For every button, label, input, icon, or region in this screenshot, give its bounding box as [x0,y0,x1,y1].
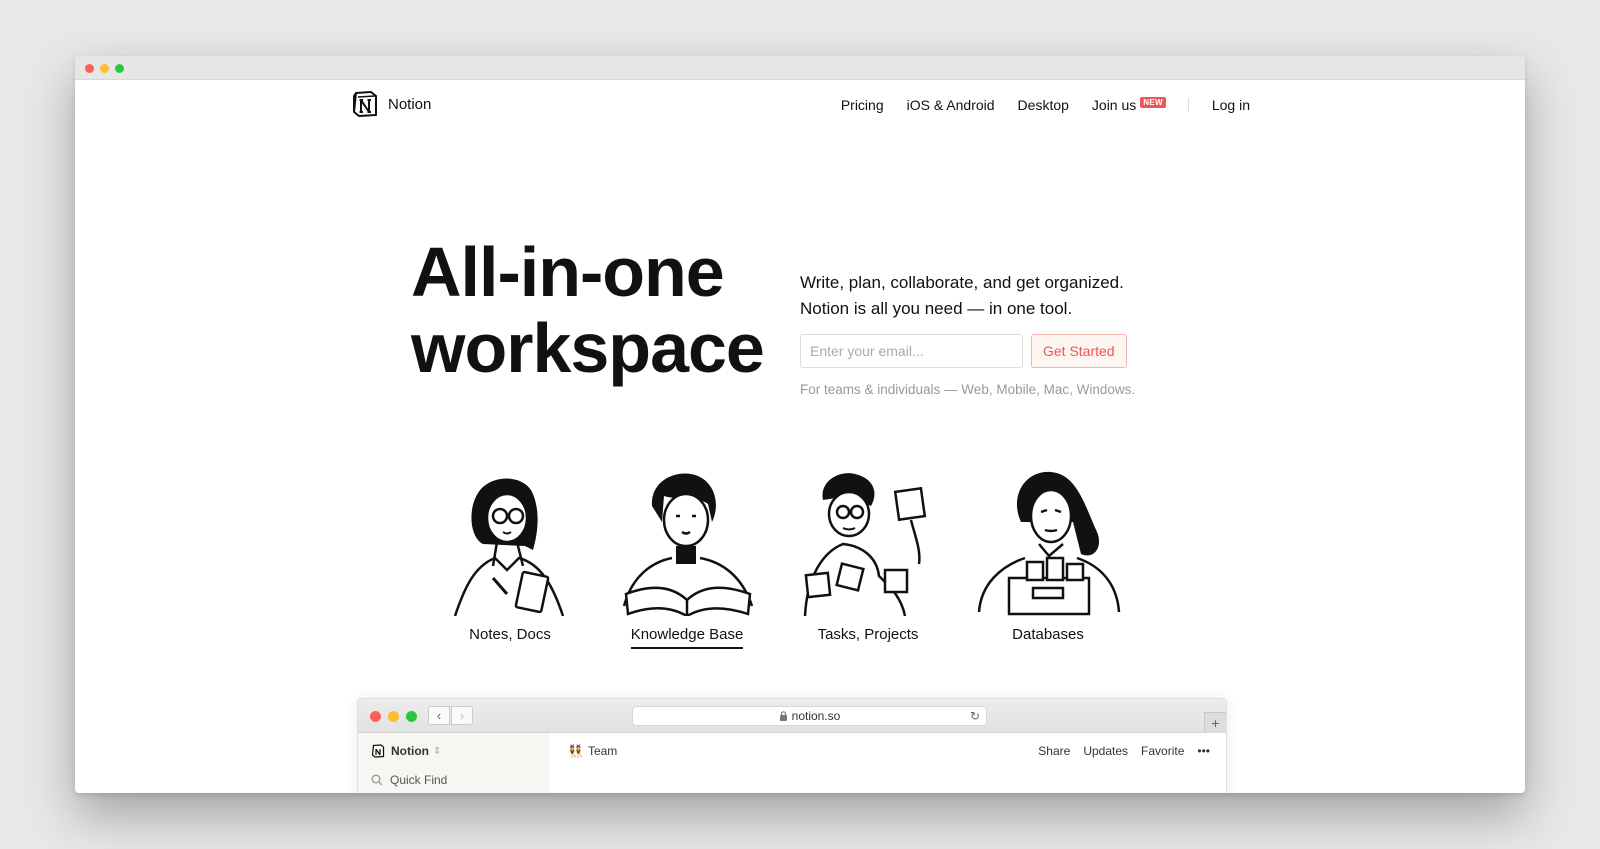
preview-sidebar: Notion ⇕ Quick Find [358,733,550,793]
window-titlebar [75,56,1525,80]
brand-logo-link[interactable]: Notion [351,90,431,118]
chevron-right-icon: › [451,706,473,725]
feature-label-notes-docs: Notes, Docs [469,626,551,643]
preview-close-button [370,711,381,722]
hero-title-line-1: All-in-one [411,233,725,311]
feature-label-knowledge-base: Knowledge Base [630,626,744,649]
tagline-line-2: Notion is all you need — in one tool. [800,299,1073,318]
login-link[interactable]: Log in [1212,97,1250,113]
hero-title-line-2: workspace [411,309,765,387]
tasks-projects-illustration-icon [803,473,927,616]
preview-updates-action: Updates [1083,744,1129,758]
preview-workspace-name: Notion [391,744,429,758]
preview-page-actions: Share Updates Favorite ••• [1025,744,1210,758]
knowledge-base-illustration-icon [622,473,754,616]
nav-divider [1187,98,1189,112]
preview-favorite-action: Favorite [1141,744,1185,758]
feature-label-tasks-projects: Tasks, Projects [817,626,919,643]
get-started-button[interactable]: Get Started [1031,334,1127,368]
nav-link-ios-android[interactable]: iOS & Android [907,97,995,113]
notion-logo-icon [353,91,377,117]
nav-link-join-us[interactable]: Join us NEW [1092,97,1166,113]
preview-url-text: notion.so [791,709,841,723]
nav-links: Pricing iOS & Android Desktop Join us NEW… [818,97,1250,113]
signup-form: Get Started [800,334,1200,368]
chevron-left-icon: ‹ [428,706,450,725]
nav-link-pricing[interactable]: Pricing [841,97,884,113]
more-icon: ••• [1197,744,1210,758]
email-input[interactable] [800,334,1023,368]
preview-page-emoji: 👯 [568,744,583,758]
preview-quick-find-label: Quick Find [390,773,448,787]
maximize-window-button[interactable] [115,64,124,73]
browser-window: Notion Pricing iOS & Android Desktop Joi… [75,56,1525,793]
minimize-window-button[interactable] [100,64,109,73]
brand-name: Notion [388,95,432,113]
preview-page-breadcrumb: 👯 Team [568,744,617,758]
nav-link-desktop[interactable]: Desktop [1018,97,1069,113]
close-window-button[interactable] [85,64,94,73]
top-navigation: Notion Pricing iOS & Android Desktop Joi… [75,80,1525,136]
feature-label-databases: Databases [1012,626,1084,643]
app-preview-window: ‹ › notion.so ↻ + Notion ⇕ Quick Find 👯 … [357,698,1227,793]
preview-maximize-button [406,711,417,722]
hero-title: All-in-one workspace [411,233,765,387]
feature-tab-databases[interactable]: Databases [968,466,1128,647]
notion-logo-icon [371,744,385,758]
feature-tab-knowledge-base[interactable]: Knowledge Base [607,466,767,649]
preview-share-action: Share [1038,744,1071,758]
lock-icon [779,711,787,721]
search-icon [371,774,383,786]
tagline-line-1: Write, plan, collaborate, and get organi… [800,273,1124,292]
preview-browser-toolbar: ‹ › notion.so ↻ + [358,699,1226,733]
feature-tab-tasks-projects[interactable]: Tasks, Projects [788,466,948,647]
notes-docs-illustration-icon [453,478,565,616]
preview-minimize-button [388,711,399,722]
reload-icon: ↻ [969,709,980,723]
chevron-updown-icon: ⇕ [433,745,442,757]
hero-signup-panel: Write, plan, collaborate, and get organi… [800,270,1200,397]
preview-quick-find: Quick Find [371,773,447,787]
new-tab-icon: + [1204,712,1226,733]
hero-tagline: Write, plan, collaborate, and get organi… [800,270,1200,322]
new-badge: NEW [1140,97,1166,108]
platforms-note: For teams & individuals — Web, Mobile, M… [800,382,1136,397]
feature-tab-notes-docs[interactable]: Notes, Docs [430,466,590,647]
databases-illustration-icon [977,471,1121,616]
preview-workspace-switcher: Notion ⇕ [371,744,441,758]
preview-address-bar: notion.so ↻ [632,706,987,726]
preview-page-title: Team [587,744,618,758]
join-us-label: Join us [1091,97,1137,113]
